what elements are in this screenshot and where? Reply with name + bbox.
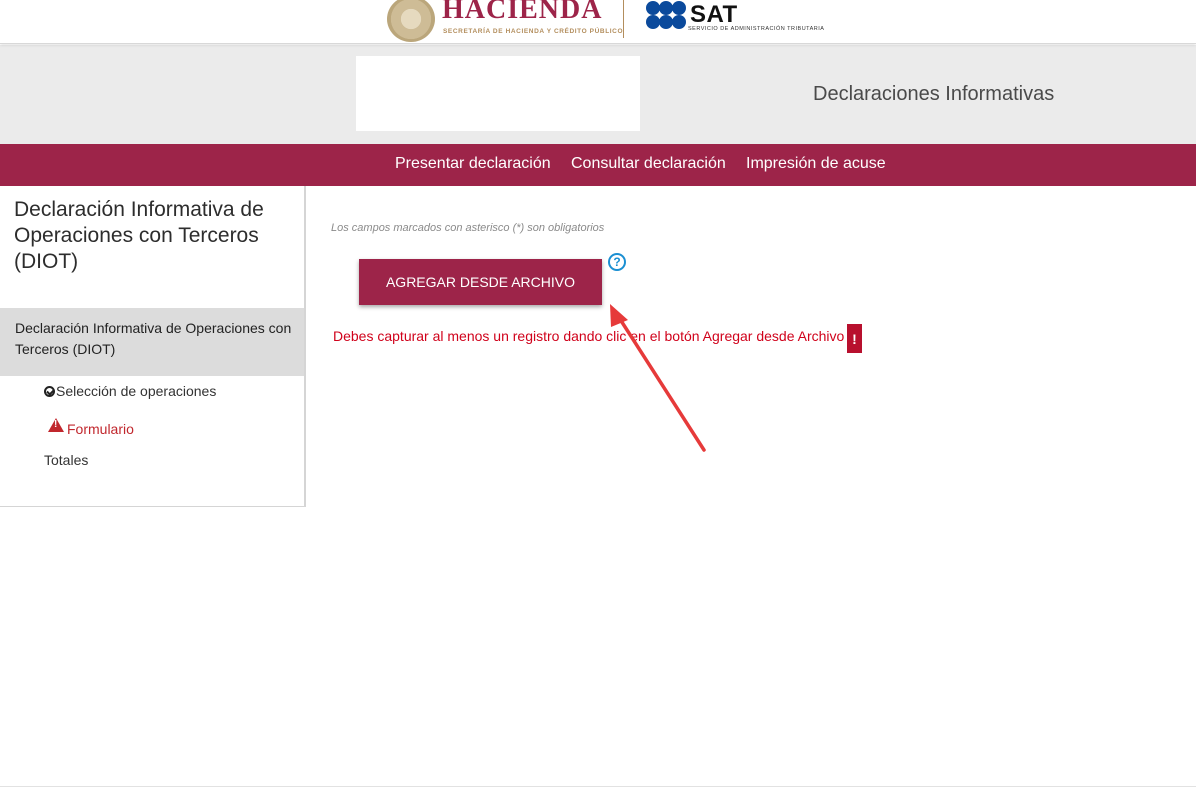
- hacienda-logo-title: HACIENDA: [442, 0, 603, 25]
- sidebar-subitem-totales[interactable]: Totales: [44, 452, 88, 468]
- nav-consultar-declaracion[interactable]: Consultar declaración: [571, 155, 726, 173]
- error-badge: !: [847, 324, 862, 353]
- logo-divider: [623, 0, 624, 38]
- header-banner-placeholder: [356, 56, 640, 131]
- agregar-desde-archivo-button[interactable]: AGREGAR DESDE ARCHIVO: [359, 259, 602, 305]
- sidebar-subitem-seleccion-operaciones[interactable]: Selección de operaciones: [44, 383, 216, 399]
- sidebar-item-diot[interactable]: Declaración Informativa de Operaciones c…: [0, 308, 304, 376]
- sidebar-item-label: Declaración Informativa de Operaciones c…: [15, 320, 292, 357]
- warning-icon: [48, 418, 64, 432]
- hacienda-logo-subtitle: SECRETARÍA DE HACIENDA Y CRÉDITO PÚBLICO: [443, 28, 624, 35]
- main-nav: Presentar declaración Consultar declarac…: [0, 144, 1196, 186]
- sat-logo-subtitle: SERVICIO DE ADMINISTRACIÓN TRIBUTARIA: [688, 26, 825, 32]
- header: Declaraciones Informativas: [0, 45, 1196, 144]
- sat-logo-title: SAT: [690, 1, 738, 28]
- help-icon[interactable]: ?: [608, 253, 626, 271]
- page-bottom-divider: [0, 786, 1196, 787]
- mexico-seal-logo: [387, 0, 435, 42]
- sidebar-title: Declaración Informativa de Operaciones c…: [14, 198, 264, 273]
- page-header-title: Declaraciones Informativas: [813, 83, 1055, 105]
- sidebar-subitem-label: Selección de operaciones: [56, 383, 217, 399]
- sidebar-subitem-label: Totales: [44, 452, 89, 468]
- check-circle-icon: [44, 386, 55, 397]
- sat-logo-icon: [646, 1, 686, 29]
- required-fields-note: Los campos marcados con asterisco (*) so…: [331, 222, 605, 234]
- sidebar: Declaración Informativa de Operaciones c…: [0, 186, 306, 507]
- error-message: Debes capturar al menos un registro dand…: [333, 328, 845, 344]
- sidebar-subitem-formulario[interactable]: Formulario: [48, 418, 134, 437]
- nav-presentar-declaracion[interactable]: Presentar declaración: [395, 155, 551, 173]
- logo-bar: HACIENDA SECRETARÍA DE HACIENDA Y CRÉDIT…: [0, 0, 1196, 44]
- sidebar-subitem-label: Formulario: [67, 421, 134, 437]
- nav-impresion-acuse[interactable]: Impresión de acuse: [746, 155, 886, 173]
